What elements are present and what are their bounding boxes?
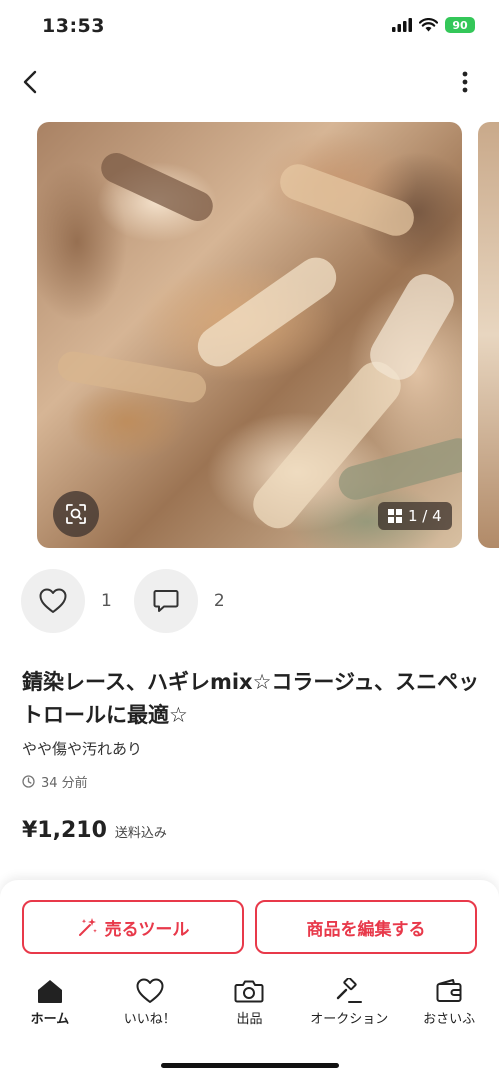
heart-icon: [136, 978, 164, 1003]
shipping-note: 送料込み: [114, 826, 167, 841]
item-actions: 1 2: [21, 569, 247, 633]
signal-icon: [392, 18, 412, 32]
gavel-icon: [337, 978, 363, 1003]
sell-tools-label: 売るツール: [104, 919, 190, 940]
chevron-left-icon: [23, 70, 37, 94]
next-photo-peek[interactable]: [478, 122, 499, 548]
wallet-icon: [436, 979, 462, 1002]
bottom-panel: 売るツール 商品を編集する ホーム いいね！ 出品 オークション おさいふ: [0, 880, 499, 1080]
sell-tools-button[interactable]: 売るツール: [22, 900, 244, 954]
posted-time: 34 分前: [22, 772, 88, 791]
tab-wallet[interactable]: おさいふ: [399, 978, 499, 1038]
posted-time-text: 34 分前: [41, 776, 88, 791]
tab-sell[interactable]: 出品: [200, 978, 300, 1038]
battery-indicator: 90: [445, 17, 475, 33]
item-price: ¥1,210: [22, 818, 107, 843]
status-icons: 90: [392, 17, 475, 33]
product-photo[interactable]: [37, 122, 462, 548]
camera-icon: [234, 980, 264, 1003]
grid-icon: [388, 509, 402, 523]
tab-home-label: ホーム: [30, 1012, 70, 1027]
tab-auction[interactable]: オークション: [299, 978, 399, 1038]
home-indicator: [161, 1063, 339, 1068]
home-icon: [37, 980, 62, 1003]
comment-count: 2: [213, 591, 225, 611]
status-time: 13:53: [42, 15, 105, 37]
lens-search-icon: [66, 504, 86, 524]
photo-counter-text: 1 / 4: [408, 507, 442, 525]
wifi-icon: [419, 18, 438, 32]
tab-home[interactable]: ホーム: [0, 978, 100, 1038]
heart-icon: [39, 588, 67, 613]
price-row: ¥1,210 送料込み: [22, 818, 167, 843]
item-title: 錆染レース、ハギレmix☆コラージュ、スニペットロールに最適☆: [22, 670, 480, 727]
tab-wallet-label: おさいふ: [423, 1012, 476, 1027]
tab-auction-label: オークション: [310, 1012, 389, 1027]
more-vertical-icon: [462, 71, 468, 93]
sparkle-wand-icon: [78, 918, 97, 936]
more-options-button[interactable]: [451, 64, 479, 100]
tab-bar: ホーム いいね！ 出品 オークション おさいふ: [0, 978, 499, 1038]
image-carousel[interactable]: 1 / 4: [0, 122, 499, 548]
comment-icon: [153, 590, 179, 612]
tab-sell-label: 出品: [236, 1012, 263, 1027]
like-count: 1: [101, 591, 112, 611]
photo-counter: 1 / 4: [378, 502, 452, 530]
image-search-button[interactable]: [53, 491, 99, 537]
status-bar: 13:53 90: [0, 0, 499, 52]
edit-item-label: 商品を編集する: [306, 919, 426, 940]
like-button[interactable]: [21, 569, 85, 633]
item-condition: やや傷や汚れあり: [22, 740, 143, 758]
tab-likes[interactable]: いいね！: [100, 978, 200, 1038]
edit-item-button[interactable]: 商品を編集する: [255, 900, 477, 954]
comment-button[interactable]: [133, 569, 198, 633]
nav-bar: [0, 58, 499, 106]
clock-icon: [22, 775, 35, 788]
tab-likes-label: いいね！: [123, 1012, 176, 1027]
back-button[interactable]: [12, 64, 48, 100]
